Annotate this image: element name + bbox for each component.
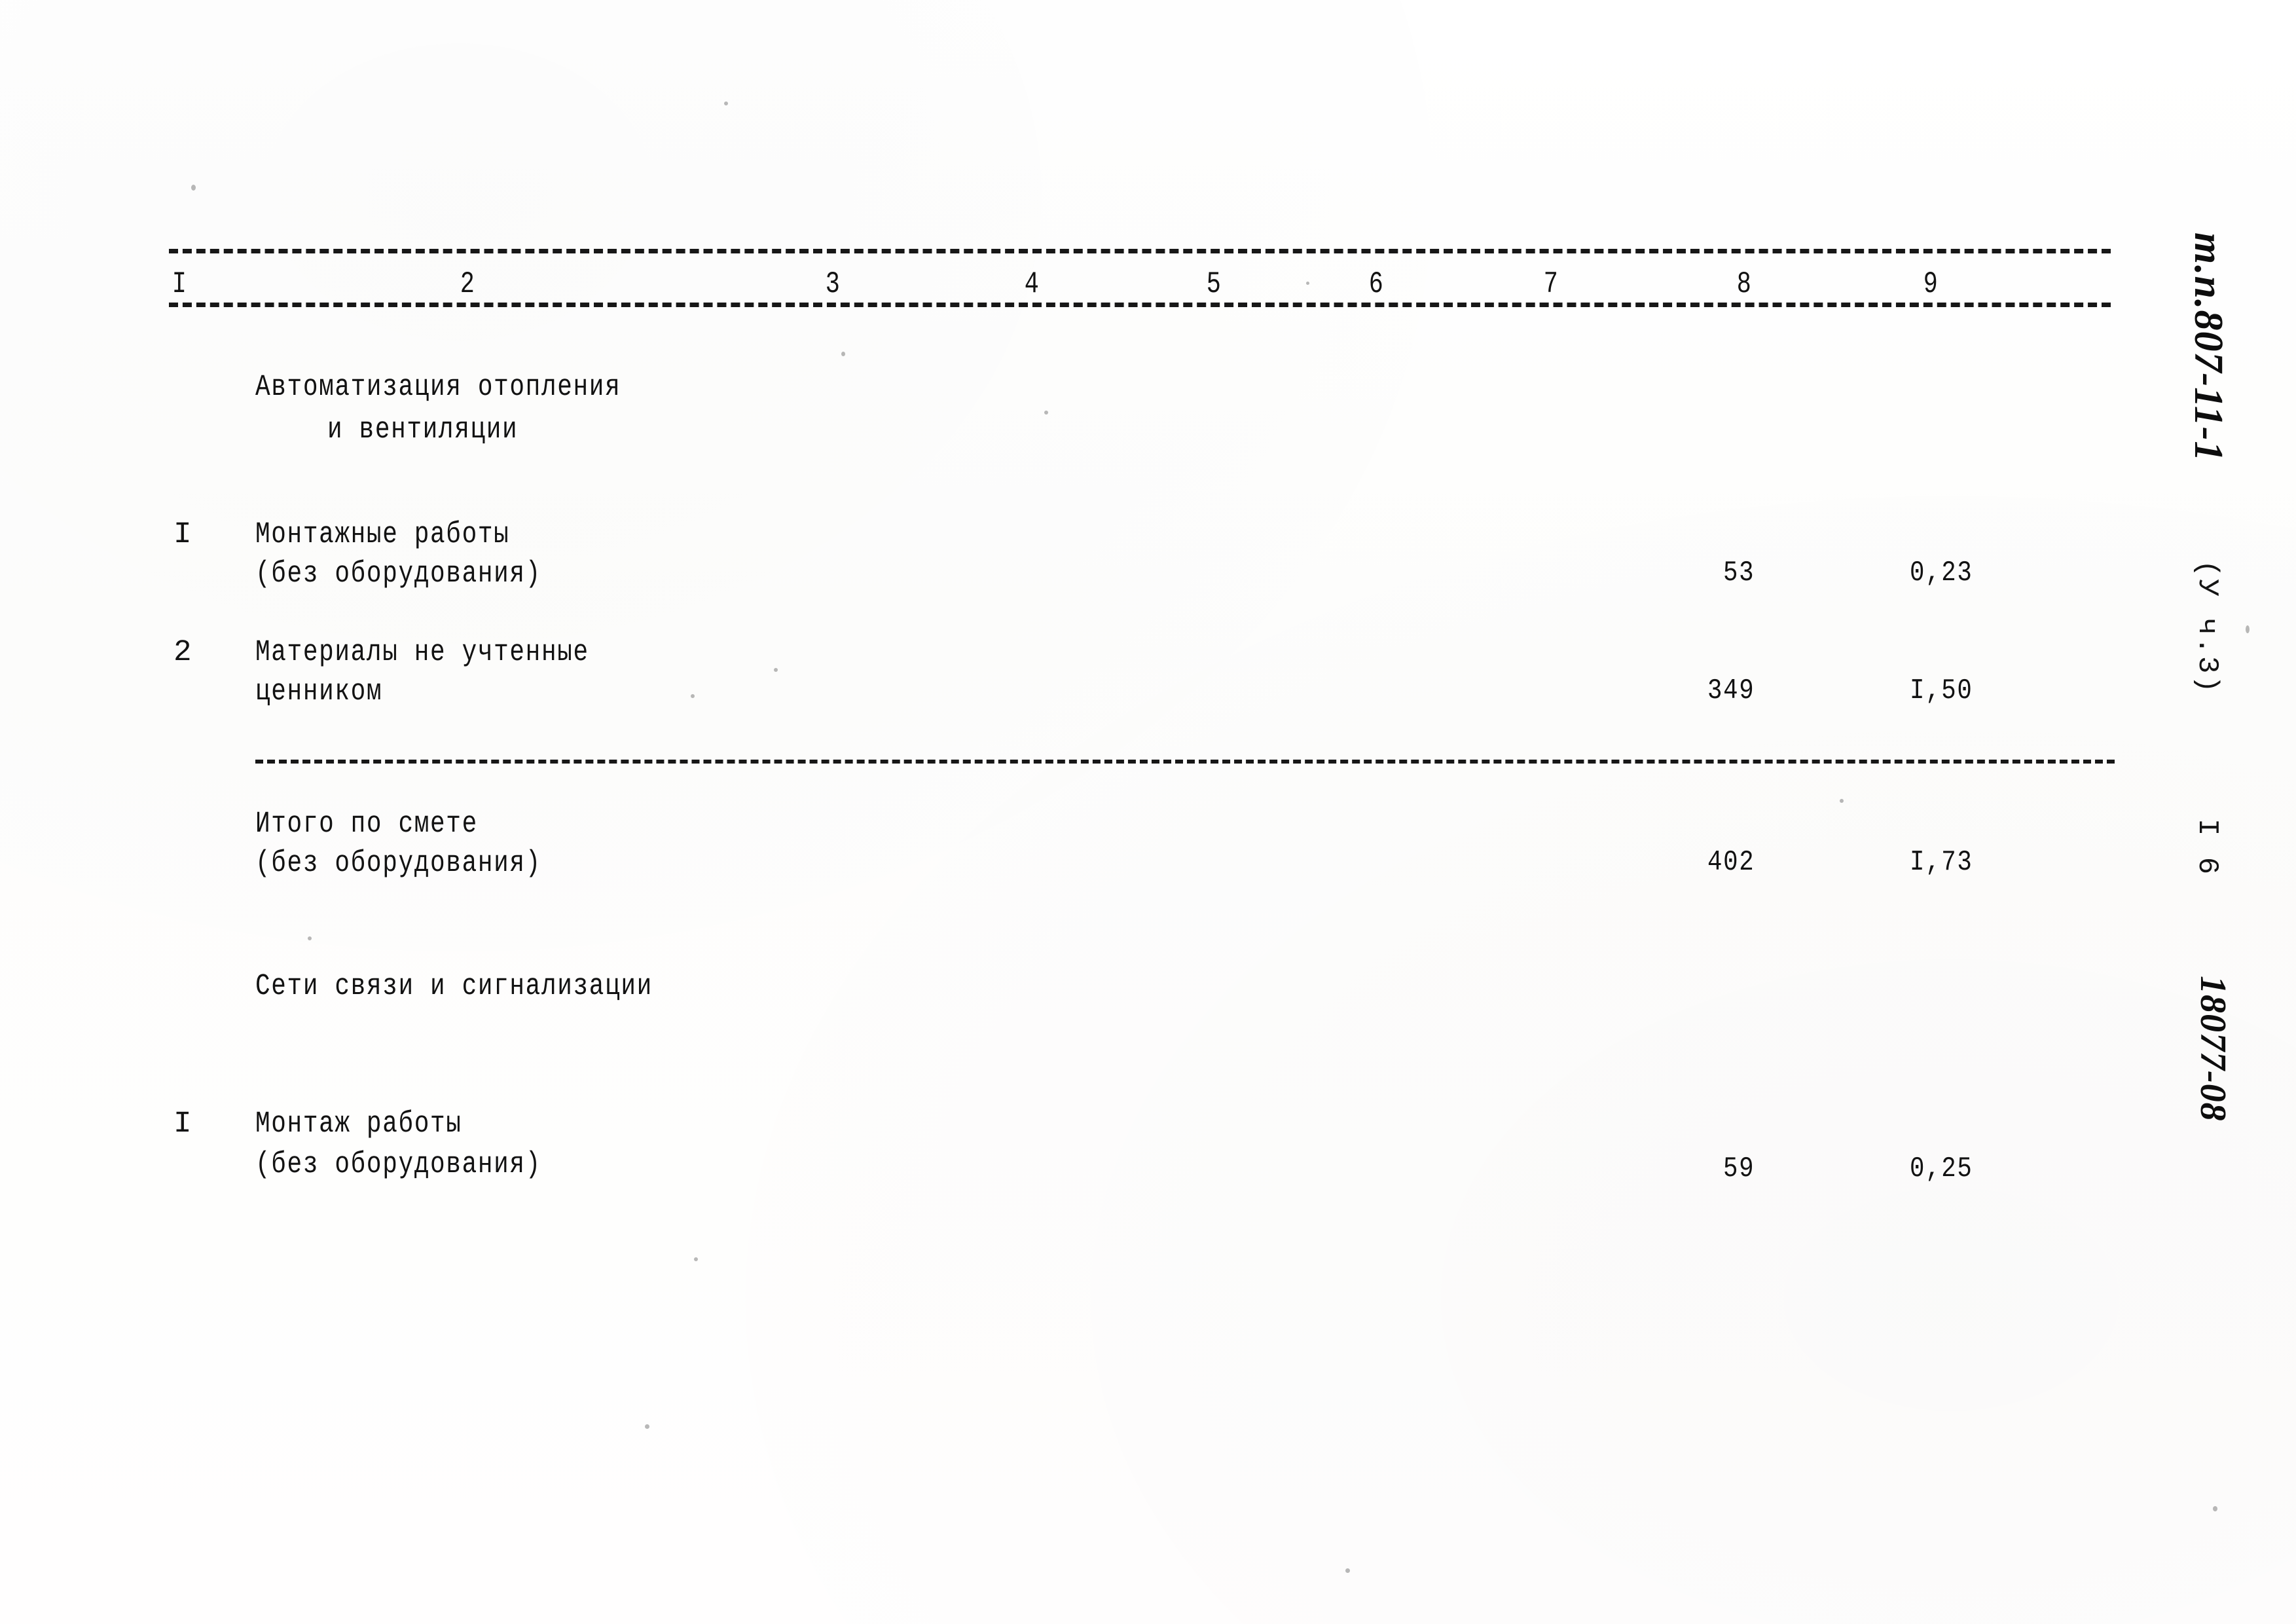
column-header-5: 5 [1206, 267, 1221, 301]
scan-speck [1840, 799, 1844, 803]
column-header-4: 4 [1024, 267, 1039, 301]
scan-speck [774, 668, 778, 672]
scan-speck [2213, 1506, 2217, 1511]
section-1-total-line1: Итого по смете [255, 807, 478, 841]
section-1-title: Автоматизация отопления [255, 370, 621, 404]
document-page: I 2 3 4 5 6 7 8 9 Автоматизация отоплени… [0, 0, 2296, 1624]
scan-speck [308, 936, 312, 940]
scan-speck [841, 352, 845, 356]
column-header-1: I [172, 267, 187, 301]
scan-speck [694, 1257, 698, 1261]
row-2-name-line1: Материалы не учтенные [255, 635, 589, 669]
scan-speck [191, 185, 196, 191]
row-1-col9-value: 0,23 [1910, 557, 1973, 589]
margin-part-note: (У ч.3) [2191, 560, 2223, 695]
scan-speck [1044, 411, 1048, 415]
scan-speck [2246, 625, 2250, 633]
section-1-title-line2: и вентиляции [327, 413, 519, 447]
column-header-6: 6 [1368, 267, 1383, 301]
section-2-title: Сети связи и сигнализации [255, 969, 653, 1003]
column-header-2: 2 [460, 267, 475, 301]
margin-page-number: I 6 [2191, 819, 2223, 877]
subtotal-separator-rule [255, 760, 2115, 764]
scan-speck [1306, 282, 1309, 285]
row-1-name-line2: (без оборудования) [255, 557, 541, 591]
row-2-col9-value: I,50 [1910, 674, 1973, 707]
row-3-name-line2: (без оборудования) [255, 1147, 541, 1181]
scan-speck [1345, 1568, 1350, 1573]
section-1-total-col9-value: I,73 [1910, 846, 1973, 879]
column-header-3: 3 [825, 267, 840, 301]
row-1-col8-value: 53 [1723, 557, 1755, 589]
scan-speck [691, 694, 695, 698]
column-header-8: 8 [1736, 267, 1751, 301]
row-2-col8-value: 349 [1707, 674, 1755, 707]
margin-archive-code: 18077-08 [2193, 976, 2233, 1122]
margin-project-code: т.п.807-11-1 [2186, 232, 2231, 462]
row-3-col9-value: 0,25 [1910, 1153, 1973, 1185]
header-rule-bottom [169, 303, 2111, 307]
row-3-number: I [173, 1107, 193, 1141]
header-rule-top [169, 249, 2111, 253]
column-header-9: 9 [1923, 267, 1938, 301]
section-1-total-line2: (без оборудования) [255, 846, 541, 880]
row-1-number: I [173, 517, 193, 551]
row-1-name-line1: Монтажные работы [255, 517, 510, 551]
row-3-name-line1: Монтаж работы [255, 1107, 462, 1141]
row-2-name-line2: ценником [255, 674, 383, 709]
scan-speck [724, 101, 728, 105]
row-3-col8-value: 59 [1723, 1153, 1755, 1185]
section-1-total-col8-value: 402 [1707, 846, 1755, 879]
column-header-7: 7 [1543, 267, 1558, 301]
row-2-number: 2 [173, 635, 193, 669]
scan-speck [645, 1424, 649, 1429]
